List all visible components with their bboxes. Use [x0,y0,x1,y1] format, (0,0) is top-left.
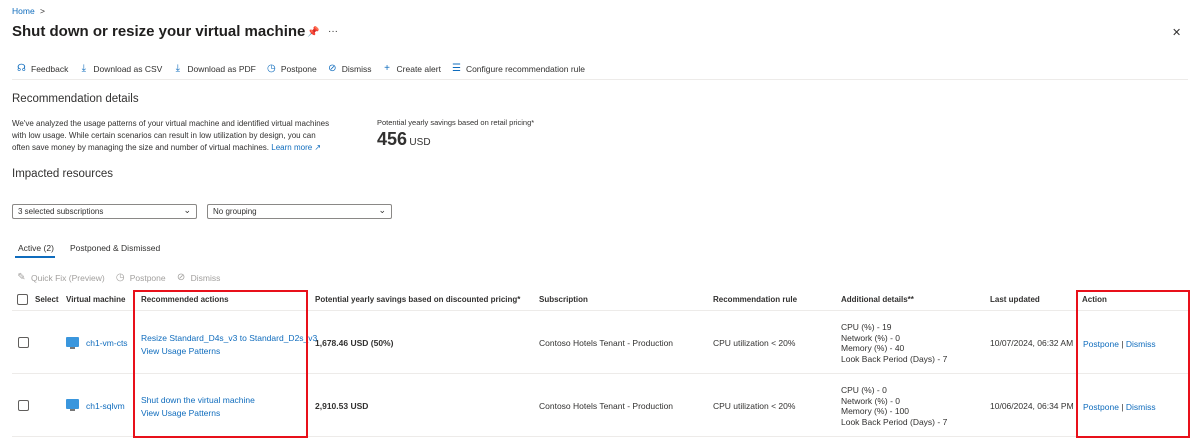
detail-line: Network (%) - 0 [841,396,947,407]
vm-link[interactable]: ch1-sqlvm [86,401,125,411]
label: Dismiss [191,273,221,283]
detail-line: Memory (%) - 100 [841,406,947,417]
label: Postpone [281,64,317,74]
column-header-subscription[interactable]: Subscription [539,295,588,304]
impacted-resources-heading: Impacted resources [12,168,113,180]
close-button[interactable]: ✕ [1172,26,1181,39]
description-line: often save money by managing the size an… [12,143,269,152]
download-icon: ⤓ [78,63,89,74]
highlight-box-action [1076,290,1190,438]
chevron-down-icon: ⌄ [183,205,191,216]
breadcrumb-home[interactable]: Home [12,6,35,16]
label: Create alert [397,64,441,74]
column-header-vm[interactable]: Virtual machine [66,295,125,304]
label: Configure recommendation rule [466,64,585,74]
clock-icon: ◷ [115,272,126,283]
label: Download as PDF [187,64,256,74]
label: Dismiss [342,64,372,74]
virtual-machine-icon [66,399,79,409]
row-checkbox[interactable] [18,337,29,348]
label: Feedback [31,64,68,74]
detail-line: Look Back Period (Days) - 7 [841,417,947,428]
recommendation-details-heading: Recommendation details [12,93,139,105]
feedback-button[interactable]: ☊ Feedback [16,63,68,74]
detail-line: Network (%) - 0 [841,333,947,344]
label: Postpone [130,273,166,283]
savings-value: 456 [377,129,407,149]
vm-link[interactable]: ch1-vm-cts [86,338,128,348]
postpone-button[interactable]: ◷ Postpone [266,63,317,74]
savings-value: 1,678.46 USD (50%) [315,338,393,348]
settings-sliders-icon: ☰ [451,63,462,74]
detail-line: CPU (%) - 0 [841,385,947,396]
block-icon: ⊘ [176,272,187,283]
last-updated: 10/07/2024, 06:32 AM [990,338,1073,348]
active-tab-indicator [15,256,55,258]
subscriptions-dropdown[interactable]: 3 selected subscriptions ⌄ [12,204,197,219]
subscription: Contoso Hotels Tenant - Production [539,338,673,348]
divider [12,79,1188,80]
column-header-savings[interactable]: Potential yearly savings based on discou… [315,295,520,304]
feedback-icon: ☊ [16,63,27,74]
download-icon: ⤓ [172,63,183,74]
row-checkbox[interactable] [18,400,29,411]
pin-icon[interactable]: 📌 [307,27,319,38]
description-line: with low usage. While certain scenarios … [12,130,329,142]
postpone-selected-button[interactable]: ◷ Postpone [115,272,166,283]
breadcrumb-separator: > [40,6,45,16]
column-header-last-updated[interactable]: Last updated [990,295,1040,304]
create-alert-button[interactable]: + Create alert [382,63,441,74]
label: Download as CSV [93,64,162,74]
savings-value: 2,910.53 USD [315,401,368,411]
additional-details: CPU (%) - 19 Network (%) - 0 Memory (%) … [841,322,947,364]
dismiss-selected-button[interactable]: ⊘ Dismiss [176,272,221,283]
label: Quick Fix (Preview) [31,273,105,283]
savings-amount: 456 USD [377,129,431,150]
dropdown-value: No grouping [213,207,257,216]
dismiss-button[interactable]: ⊘ Dismiss [327,63,372,74]
more-options-button[interactable]: ··· [328,26,338,37]
rule: CPU utilization < 20% [713,338,795,348]
block-icon: ⊘ [327,63,338,74]
column-header-select: Select [35,295,59,304]
clock-icon: ◷ [266,63,277,74]
page-title: Shut down or resize your virtual machine [12,23,305,40]
rule: CPU utilization < 20% [713,401,795,411]
configure-rule-button[interactable]: ☰ Configure recommendation rule [451,63,585,74]
description-line: We've analyzed the usage patterns of you… [12,118,329,130]
dropdown-value: 3 selected subscriptions [18,207,103,216]
detail-line: Memory (%) - 40 [841,343,947,354]
learn-more-link[interactable]: Learn more ↗ [271,143,321,152]
savings-unit: USD [409,137,430,148]
wrench-icon: ✎ [16,272,27,283]
chevron-down-icon: ⌄ [378,205,386,216]
column-header-details[interactable]: Additional details** [841,295,914,304]
savings-label: Potential yearly savings based on retail… [377,118,534,127]
description: We've analyzed the usage patterns of you… [12,118,329,154]
download-csv-button[interactable]: ⤓ Download as CSV [78,63,162,74]
selection-toolbar: ✎ Quick Fix (Preview) ◷ Postpone ⊘ Dismiss [16,272,220,283]
plus-icon: + [382,63,393,74]
subscription: Contoso Hotels Tenant - Production [539,401,673,411]
detail-line: Look Back Period (Days) - 7 [841,354,947,365]
download-pdf-button[interactable]: ⤓ Download as PDF [172,63,256,74]
tab-active[interactable]: Active (2) [18,243,54,253]
detail-line: CPU (%) - 19 [841,322,947,333]
highlight-box-recommended-actions [133,290,308,438]
last-updated: 10/06/2024, 06:34 PM [990,401,1074,411]
virtual-machine-icon [66,337,79,347]
quick-fix-button[interactable]: ✎ Quick Fix (Preview) [16,272,105,283]
tab-postponed-dismissed[interactable]: Postponed & Dismissed [70,243,160,253]
column-header-rule[interactable]: Recommendation rule [713,295,797,304]
additional-details: CPU (%) - 0 Network (%) - 0 Memory (%) -… [841,385,947,427]
select-all-checkbox[interactable] [17,294,28,305]
grouping-dropdown[interactable]: No grouping ⌄ [207,204,392,219]
command-bar: ☊ Feedback ⤓ Download as CSV ⤓ Download as … [16,63,585,74]
